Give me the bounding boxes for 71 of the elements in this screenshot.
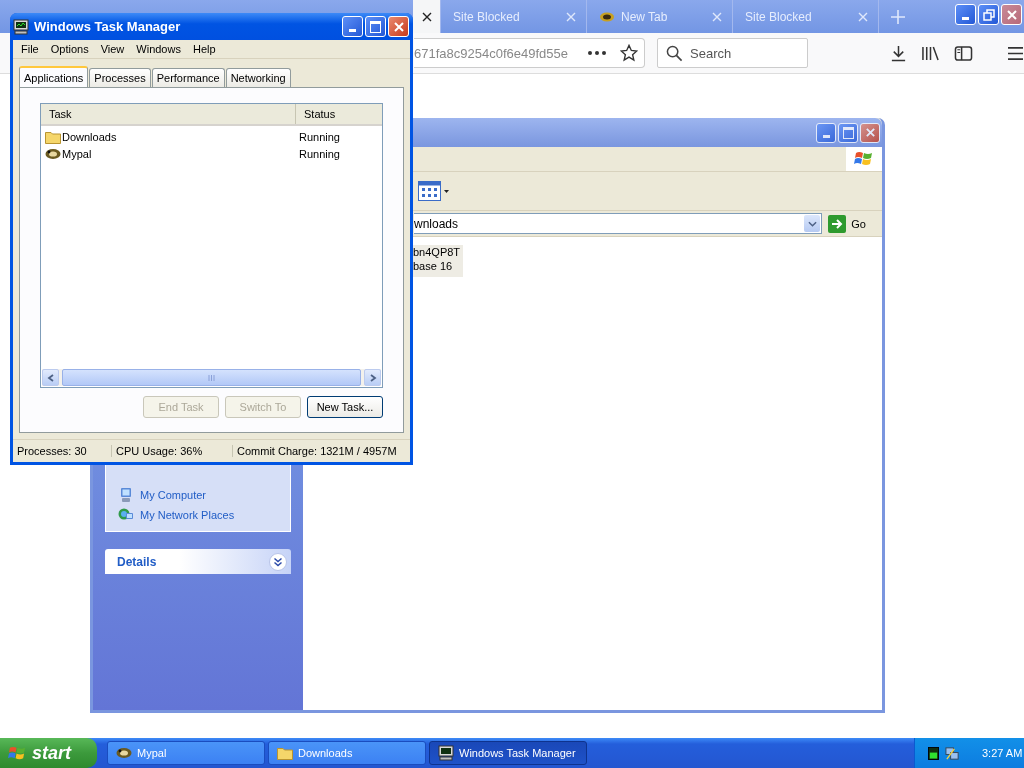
menu-item[interactable]: Windows xyxy=(130,43,187,55)
task-name[interactable]: Downloads xyxy=(62,130,117,143)
dropdown-button[interactable] xyxy=(804,215,821,232)
views-icon[interactable] xyxy=(418,181,450,201)
task-status: Running xyxy=(298,147,340,160)
task-name[interactable]: Mypal xyxy=(62,147,92,160)
expand-icon[interactable] xyxy=(269,552,287,571)
tab[interactable]: Processes xyxy=(89,68,151,87)
close-button[interactable] xyxy=(1001,4,1022,25)
cpu-meter-icon xyxy=(928,746,939,760)
close-icon[interactable] xyxy=(422,11,432,22)
monitor-icon xyxy=(13,18,29,35)
grip-icon xyxy=(207,374,216,381)
restore-icon xyxy=(982,8,995,21)
menu-icon[interactable] xyxy=(1007,45,1024,61)
close-button[interactable] xyxy=(388,16,409,37)
menu-item[interactable]: File xyxy=(15,43,45,55)
address-field[interactable]: wnloads xyxy=(414,213,823,234)
scroll-right-button[interactable] xyxy=(364,369,381,386)
scroll-left-button[interactable] xyxy=(42,369,59,386)
minimize-button[interactable] xyxy=(955,4,976,25)
maximize-button[interactable] xyxy=(838,122,858,143)
library-icon[interactable] xyxy=(921,44,940,62)
close-icon xyxy=(392,20,405,33)
star-icon[interactable] xyxy=(620,44,638,62)
restore-button[interactable] xyxy=(978,4,999,25)
column-header[interactable]: Status xyxy=(296,104,336,124)
windows-flag-icon xyxy=(8,744,27,762)
more-icon[interactable] xyxy=(588,51,606,55)
status-text: Commit Charge: 1321M / 4957M xyxy=(236,445,398,457)
column-header[interactable]: Task xyxy=(41,104,296,124)
tab[interactable]: Networking xyxy=(225,68,291,87)
search-field[interactable]: Search xyxy=(657,38,808,68)
arrow-right-icon xyxy=(828,214,847,233)
close-icon xyxy=(864,127,876,138)
clock: 3:27 AM xyxy=(982,747,1023,759)
window-title: Windows Task Manager xyxy=(34,19,181,34)
minimize-button[interactable] xyxy=(342,16,363,37)
search-icon xyxy=(666,45,683,62)
menu-item[interactable]: Help xyxy=(186,43,222,55)
details-header[interactable]: Details xyxy=(105,549,291,574)
status-text: Processes: 30 xyxy=(13,445,112,457)
network-icon xyxy=(945,745,960,761)
sidebar-icon[interactable] xyxy=(954,44,973,62)
dialog-button[interactable]: New Task... xyxy=(307,396,383,418)
taskbar-button[interactable]: Windows Task Manager xyxy=(429,741,587,765)
start-button[interactable]: start xyxy=(0,738,97,768)
chevron-left-icon xyxy=(46,373,55,382)
menu-item[interactable]: View xyxy=(94,43,131,55)
chevron-right-icon xyxy=(368,373,377,382)
windows-logo-icon xyxy=(846,147,882,171)
close-button[interactable] xyxy=(860,122,880,143)
tab[interactable]: Performance xyxy=(151,68,225,87)
status-text: CPU Usage: 36% xyxy=(112,445,233,457)
place-link[interactable]: My Network Places xyxy=(118,507,290,523)
folder-icon xyxy=(277,746,293,760)
chevron-down-icon xyxy=(807,220,817,227)
task-status: Running xyxy=(298,130,340,143)
place-link[interactable]: My Computer xyxy=(118,487,290,503)
computer-icon xyxy=(118,487,134,503)
monitor-icon xyxy=(438,745,454,761)
minimize-button[interactable] xyxy=(816,122,836,143)
file-label[interactable]: bn4QP8T base 16 xyxy=(413,245,464,277)
folder-icon xyxy=(45,129,61,144)
maximize-button[interactable] xyxy=(365,16,386,37)
download-icon[interactable] xyxy=(890,44,907,62)
menu-item[interactable]: Options xyxy=(44,43,95,55)
close-icon xyxy=(1005,8,1018,21)
url-field[interactable]: 671fa8c9254c0f6e49fd55e xyxy=(414,38,645,68)
go-button[interactable]: Go xyxy=(826,214,882,233)
tab[interactable]: Applications xyxy=(19,66,89,87)
